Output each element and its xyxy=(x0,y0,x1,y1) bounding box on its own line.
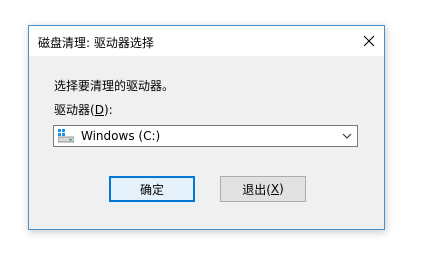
drive-label-prefix: 驱动器( xyxy=(54,103,95,117)
drive-label-suffix: ): xyxy=(103,103,113,117)
disk-cleanup-dialog: 磁盘清理: 驱动器选择 选择要清理的驱动器。 驱动器(D): Windows (… xyxy=(28,25,385,230)
title-bar[interactable]: 磁盘清理: 驱动器选择 xyxy=(29,26,384,56)
exit-label-prefix: 退出( xyxy=(242,182,271,197)
selected-drive-value: Windows (C:) xyxy=(81,129,161,143)
exit-label-accelerator: X xyxy=(270,182,280,196)
close-icon xyxy=(363,35,375,47)
close-button[interactable] xyxy=(354,26,384,56)
chevron-down-icon[interactable] xyxy=(342,131,352,141)
ok-button[interactable]: 确定 xyxy=(109,176,195,202)
instruction-text: 选择要清理的驱动器。 xyxy=(54,79,175,93)
exit-button[interactable]: 退出(X) xyxy=(220,176,306,202)
drive-label: 驱动器(D): xyxy=(54,101,113,118)
window-title: 磁盘清理: 驱动器选择 xyxy=(38,36,154,50)
drive-select[interactable]: Windows (C:) xyxy=(53,125,358,147)
drive-label-accelerator: D xyxy=(94,103,104,117)
drive-icon xyxy=(58,129,74,143)
exit-label-suffix: ) xyxy=(279,182,284,196)
